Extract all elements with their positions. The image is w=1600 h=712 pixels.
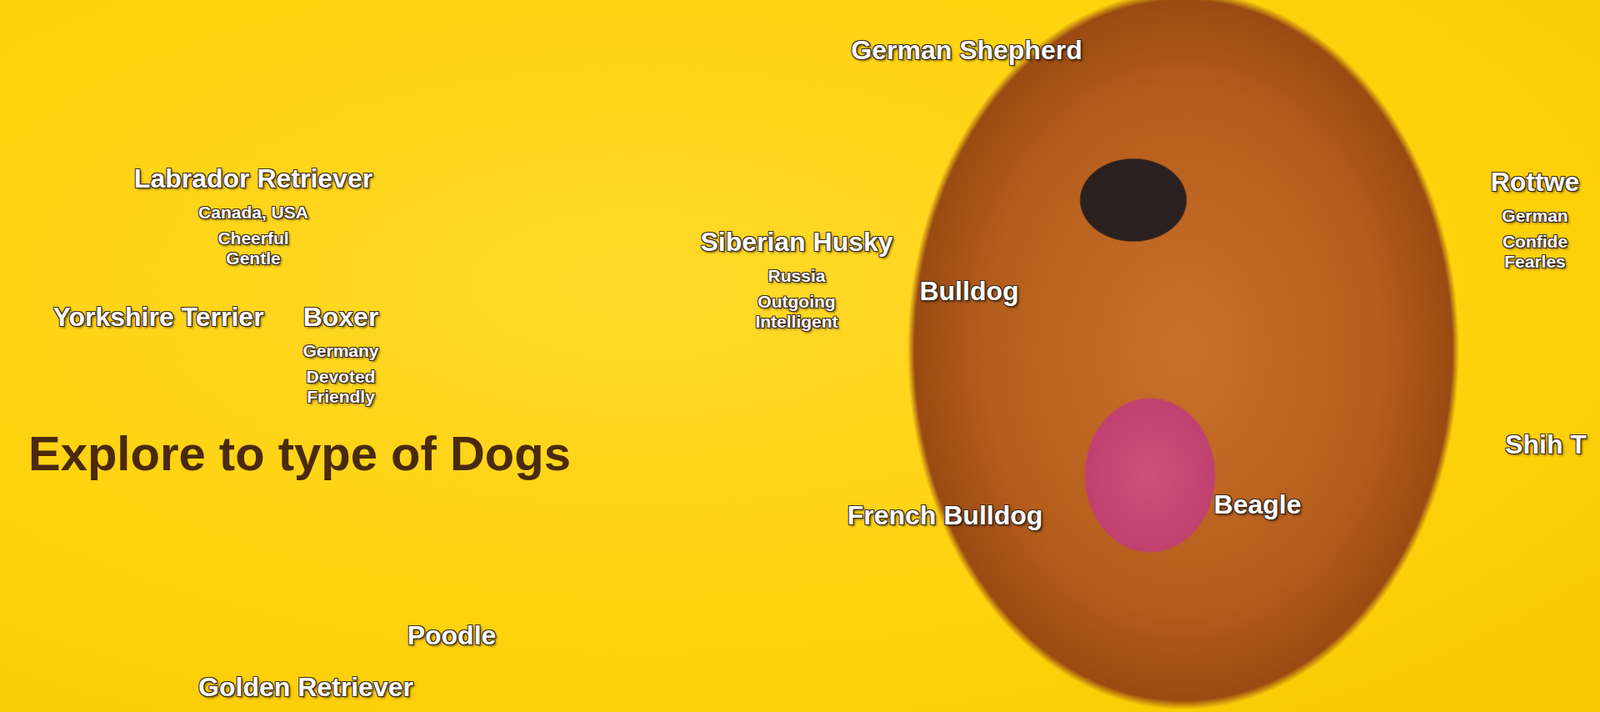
breed-name[interactable]: Golden Retriever	[198, 668, 414, 705]
breed-label[interactable]: Labrador Retriever Canada, USA CheerfulG…	[134, 160, 373, 269]
dog-explorer-page: Explore to type of Dogs German Shepherd …	[0, 0, 1600, 712]
breed-label[interactable]: Poodle	[407, 616, 497, 654]
breed-traits: CheerfulGentle	[217, 228, 289, 269]
breed-name[interactable]: Rottwe	[1490, 163, 1580, 200]
page-heading: Explore to type of Dogs	[28, 425, 571, 481]
breed-label[interactable]: French Bulldog	[847, 496, 1044, 534]
breed-name[interactable]: Yorkshire Terrier	[52, 298, 264, 335]
breed-label[interactable]: Siberian Husky Russia OutgoingIntelligen…	[700, 223, 893, 332]
breed-label[interactable]: Golden Retriever	[198, 668, 414, 705]
breed-label[interactable]: Boxer Germany DevotedFriendly	[302, 298, 379, 407]
breed-trait: Confide	[1502, 231, 1568, 252]
breed-trait: Devoted	[306, 366, 376, 387]
breed-origin: Russia	[768, 265, 826, 287]
breed-traits: DevotedFriendly	[306, 366, 376, 407]
breed-name[interactable]: Labrador Retriever	[134, 160, 373, 197]
breed-name[interactable]: Siberian Husky	[700, 223, 893, 260]
breed-label[interactable]: Rottwe German ConfideFearles	[1490, 163, 1580, 272]
breed-label[interactable]: Bulldog	[919, 272, 1019, 310]
breed-name[interactable]: Shih T	[1505, 425, 1587, 463]
breed-traits: ConfideFearles	[1502, 231, 1568, 272]
dog-photo	[900, 0, 1600, 712]
breed-name[interactable]: Poodle	[407, 616, 497, 654]
breed-trait: Gentle	[225, 248, 280, 269]
breed-origin: Canada, USA	[198, 201, 309, 224]
breed-origin: German	[1501, 205, 1568, 227]
breed-name[interactable]: Bulldog	[919, 272, 1019, 310]
breed-trait: Outgoing	[757, 291, 835, 312]
breed-trait: Friendly	[306, 386, 375, 407]
breed-label[interactable]: Yorkshire Terrier	[52, 298, 264, 335]
breed-name[interactable]: Boxer	[303, 298, 380, 335]
breed-label[interactable]: Shih T	[1505, 425, 1587, 463]
breed-trait: Intelligent	[755, 311, 838, 332]
breed-label[interactable]: German Shepherd	[850, 31, 1082, 69]
breed-trait: Cheerful	[217, 228, 289, 249]
breed-name[interactable]: Beagle	[1214, 485, 1302, 523]
breed-name[interactable]: German Shepherd	[850, 31, 1082, 69]
breed-name[interactable]: French Bulldog	[847, 496, 1044, 534]
breed-trait: Fearles	[1504, 251, 1566, 272]
breed-origin: Germany	[302, 340, 379, 362]
breed-traits: OutgoingIntelligent	[755, 291, 838, 332]
breed-label[interactable]: Beagle	[1214, 485, 1302, 523]
